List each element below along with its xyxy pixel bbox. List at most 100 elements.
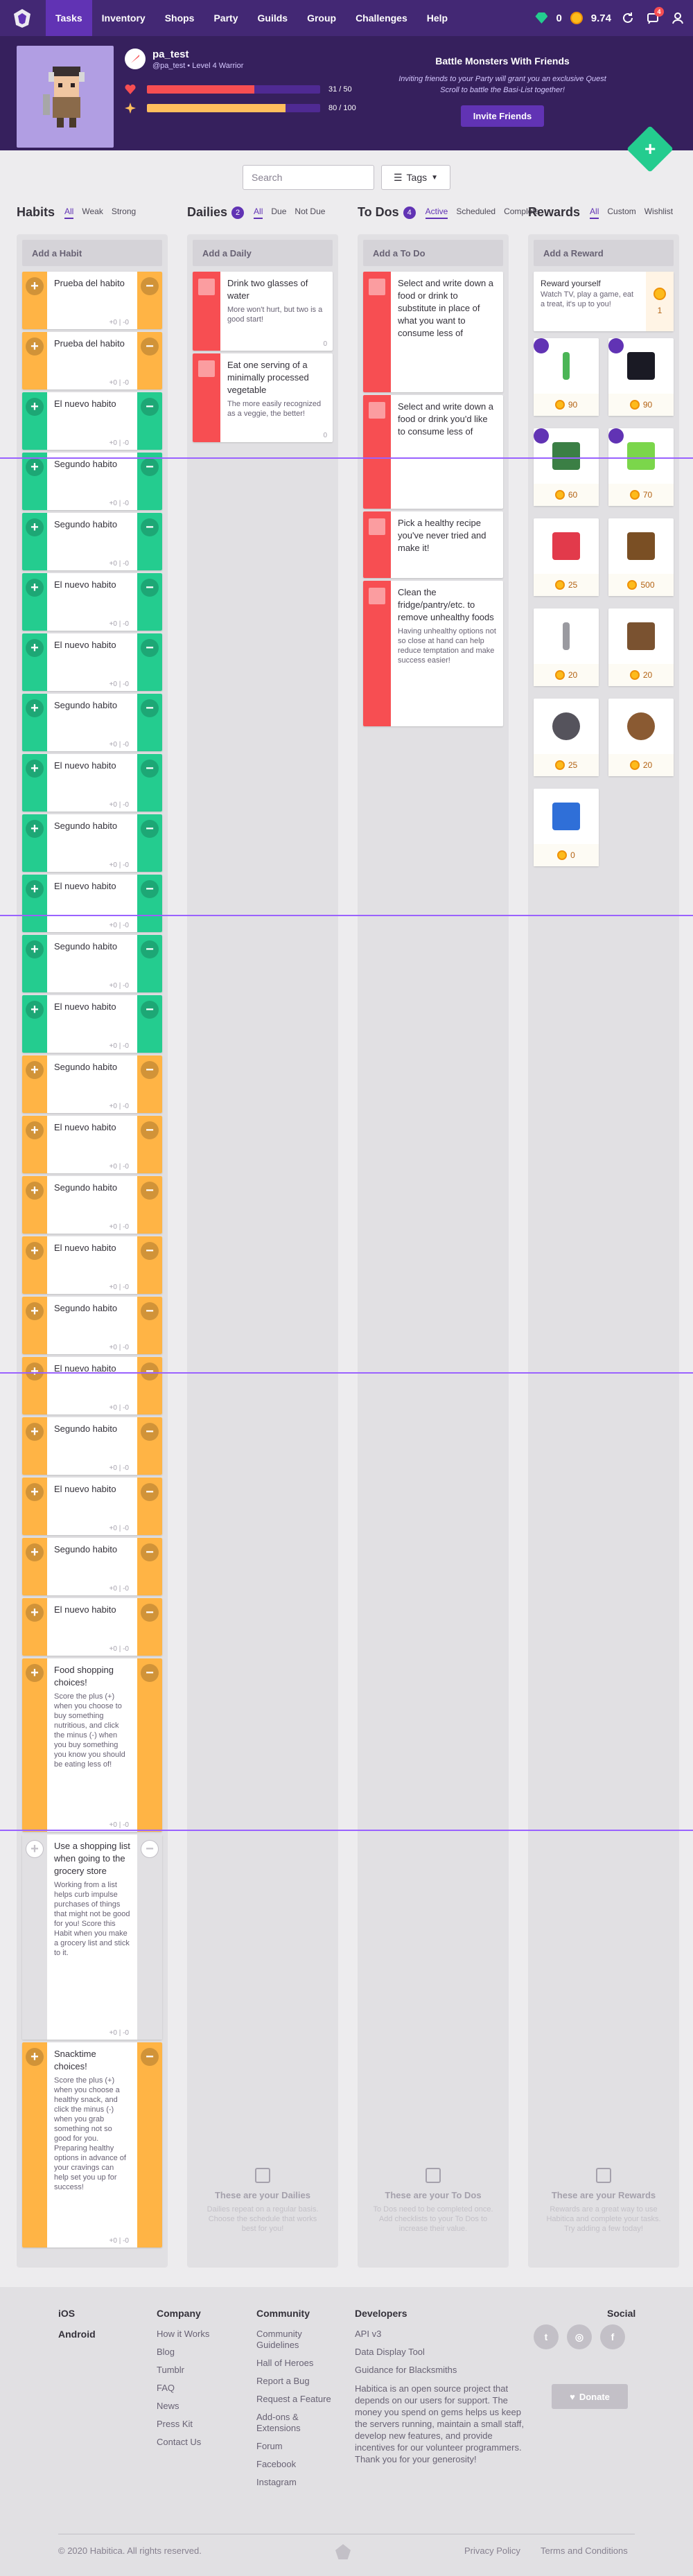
reward-item-dagger[interactable]: 20 [534, 608, 599, 686]
habitica-logo-icon[interactable] [8, 4, 36, 32]
footer-community-link-7[interactable]: Instagram [256, 2477, 340, 2488]
todos-filter-active[interactable]: Active [425, 207, 448, 219]
minus-button[interactable]: − [141, 1242, 159, 1260]
pin-icon[interactable] [534, 428, 549, 444]
reward-price[interactable]: 25 [534, 574, 599, 596]
privacy-link[interactable]: Privacy Policy [464, 2546, 520, 2556]
todos-filter-scheduled[interactable]: Scheduled [456, 207, 495, 219]
plus-button[interactable]: + [26, 820, 44, 838]
add-reward-input[interactable]: Add a Reward [534, 240, 674, 266]
minus-button[interactable]: − [141, 1182, 159, 1200]
footer-company-link-0[interactable]: How it Works [157, 2329, 209, 2340]
daily-checkbox[interactable] [198, 360, 215, 377]
sync-icon[interactable] [620, 10, 636, 26]
reward-price[interactable]: 20 [608, 664, 674, 686]
reward-price[interactable]: 70 [608, 484, 674, 506]
plus-button[interactable]: + [26, 1242, 44, 1260]
daily-checkbox[interactable] [198, 279, 215, 295]
minus-button[interactable]: − [141, 1061, 159, 1079]
habits-filter-strong[interactable]: Strong [112, 207, 136, 219]
habits-filter-weak[interactable]: Weak [82, 207, 103, 219]
search-input[interactable]: Search [243, 165, 374, 190]
plus-button[interactable]: + [26, 1543, 44, 1561]
pin-icon[interactable] [608, 428, 624, 444]
footer-community-link-5[interactable]: Forum [256, 2441, 340, 2452]
reward-price[interactable]: 500 [608, 574, 674, 596]
plus-button[interactable]: + [26, 1182, 44, 1200]
minus-button[interactable]: − [141, 880, 159, 898]
dailies-filter-all[interactable]: All [254, 207, 263, 219]
footer-community-link-2[interactable]: Report a Bug [256, 2376, 340, 2387]
reward-price[interactable]: 0 [534, 844, 599, 866]
minus-button[interactable]: − [141, 1543, 159, 1561]
reward-item-shield-blue[interactable]: 0 [534, 789, 599, 866]
footer-company-link-3[interactable]: FAQ [157, 2383, 209, 2394]
custom-reward-price[interactable]: 1 [646, 272, 674, 331]
todo-checkbox[interactable] [369, 279, 385, 295]
footer-community-link-6[interactable]: Facebook [256, 2459, 340, 2470]
nav-item-challenges[interactable]: Challenges [346, 0, 417, 36]
footer-community-link-3[interactable]: Request a Feature [256, 2394, 340, 2405]
plus-button[interactable]: + [26, 1121, 44, 1139]
nav-item-group[interactable]: Group [297, 0, 346, 36]
reward-item-gem-green[interactable]: 70 [608, 428, 674, 506]
footer-app-link-android[interactable]: Android [58, 2329, 96, 2340]
pin-icon[interactable] [534, 338, 549, 353]
footer-community-link-0[interactable]: Community Guidelines [256, 2329, 340, 2351]
rewards-filter-custom[interactable]: Custom [607, 207, 635, 219]
pin-icon[interactable] [608, 338, 624, 353]
nav-item-tasks[interactable]: Tasks [46, 0, 92, 36]
footer-dev-link-2[interactable]: Guidance for Blacksmiths [355, 2365, 535, 2376]
reward-item-health-potion[interactable]: 25 [534, 518, 599, 596]
reward-item-armor[interactable]: 20 [608, 608, 674, 686]
nav-item-help[interactable]: Help [417, 0, 457, 36]
minus-button[interactable]: − [141, 2048, 159, 2066]
todo-checkbox[interactable] [369, 518, 385, 535]
reward-price[interactable]: 20 [608, 754, 674, 776]
plus-button[interactable]: + [26, 2048, 44, 2066]
footer-dev-link-0[interactable]: API v3 [355, 2329, 535, 2340]
footer-company-link-1[interactable]: Blog [157, 2347, 209, 2358]
plus-button[interactable]: + [26, 1423, 44, 1441]
plus-button[interactable]: + [26, 398, 44, 416]
footer-company-link-6[interactable]: Contact Us [157, 2437, 209, 2448]
minus-button[interactable]: − [141, 699, 159, 717]
nav-item-guilds[interactable]: Guilds [248, 0, 298, 36]
minus-button[interactable]: − [141, 1840, 159, 1858]
invite-friends-button[interactable]: Invite Friends [460, 105, 545, 127]
add-habit-input[interactable]: Add a Habit [22, 240, 162, 266]
tags-button[interactable]: ☰ Tags ▼ [381, 165, 450, 190]
minus-button[interactable]: − [141, 760, 159, 778]
plus-button[interactable]: + [26, 1363, 44, 1381]
plus-button[interactable]: + [26, 880, 44, 898]
plus-button[interactable]: + [26, 518, 44, 536]
rewards-filter-wishlist[interactable]: Wishlist [644, 207, 673, 219]
plus-button[interactable]: + [26, 699, 44, 717]
avatar[interactable] [17, 46, 114, 148]
todo-checkbox[interactable] [369, 402, 385, 419]
nav-item-shops[interactable]: Shops [155, 0, 204, 36]
minus-button[interactable]: − [141, 820, 159, 838]
nav-item-inventory[interactable]: Inventory [92, 0, 155, 36]
custom-reward[interactable]: Reward yourself Watch TV, play a game, e… [534, 272, 674, 331]
minus-button[interactable]: − [141, 1664, 159, 1682]
facebook-icon[interactable]: f [600, 2324, 625, 2349]
plus-button[interactable]: + [26, 338, 44, 356]
reward-item-wolf[interactable]: 90 [608, 338, 674, 416]
plus-button[interactable]: + [26, 458, 44, 476]
reward-item-shield-green[interactable]: 60 [534, 428, 599, 506]
habits-filter-all[interactable]: All [64, 207, 74, 219]
plus-button[interactable]: + [26, 1302, 44, 1320]
plus-button[interactable]: + [26, 1483, 44, 1501]
reward-item-egg[interactable]: 20 [608, 699, 674, 776]
plus-button[interactable]: + [26, 277, 44, 295]
reward-item-helm[interactable]: 25 [534, 699, 599, 776]
minus-button[interactable]: − [141, 277, 159, 295]
reward-price[interactable]: 90 [534, 394, 599, 416]
plus-button[interactable]: + [26, 940, 44, 958]
plus-button[interactable]: + [26, 579, 44, 597]
footer-company-link-2[interactable]: Tumblr [157, 2365, 209, 2376]
minus-button[interactable]: − [141, 398, 159, 416]
terms-link[interactable]: Terms and Conditions [541, 2546, 628, 2556]
footer-community-link-4[interactable]: Add-ons & Extensions [256, 2412, 340, 2434]
